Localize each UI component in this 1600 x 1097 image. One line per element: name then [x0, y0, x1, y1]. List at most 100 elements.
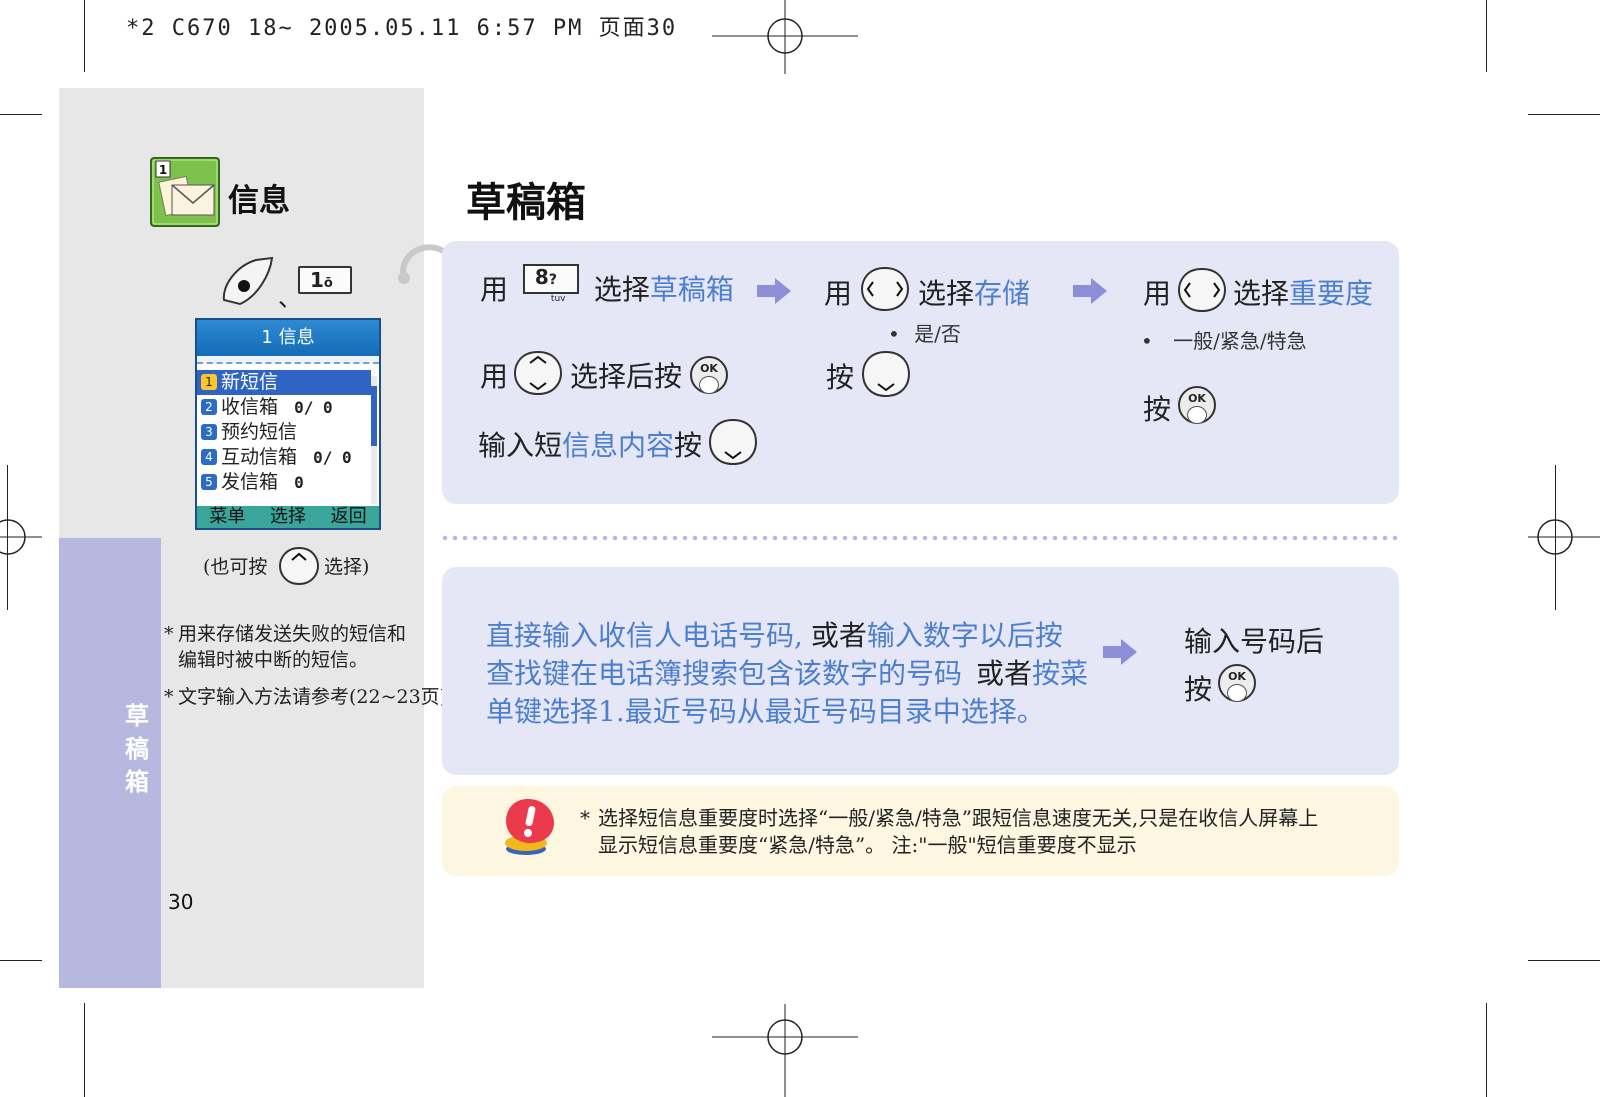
step3-select: 选择 [1233, 277, 1290, 310]
phone-item-label: 发信箱 [221, 471, 279, 493]
down-nav-key-icon [708, 418, 758, 466]
phone-menu-list: 1 新短信 2 收信箱 0/ 0 3 预约短信 4 互动信箱 0/ 0 5 发信箱 0 [197, 370, 371, 495]
step1-line3: 输入短信息内容按 [478, 424, 702, 464]
note-text: 编辑时被中断的短信。 [178, 649, 369, 671]
phone-menu-item[interactable]: 3 预约短信 [197, 420, 371, 445]
step1-use: 用 [480, 273, 509, 306]
softkey-back[interactable]: 返回 [331, 506, 367, 528]
left-right-nav-key-icon [1177, 267, 1227, 313]
step5-line2: 按 [1184, 673, 1213, 706]
step2-use: 用 [824, 277, 853, 310]
step1-line2-b: 选择后按 [570, 360, 683, 393]
up-nav-key-icon [278, 546, 320, 586]
key-1-label: 1 [310, 268, 324, 292]
step1-input: 输入短 [478, 429, 563, 462]
phone-item-value: 0/ 0 [294, 398, 333, 417]
step2-target: 存储 [974, 277, 1031, 310]
also-press-text-before: (也可按 [203, 556, 268, 578]
crop-mark [84, 1003, 85, 1097]
key-8-sub: tuv [550, 294, 566, 304]
crop-mark [84, 0, 85, 72]
registration-mark-top [712, 0, 858, 74]
note-star: * [164, 623, 174, 645]
key-1-icon: 1ō [298, 266, 352, 294]
step1-press: 按 [674, 429, 703, 462]
step1-line2: 用 [480, 355, 508, 395]
note-1: * 用来存储发送失败的短信和 编辑时被中断的短信。 [164, 621, 406, 673]
note-text: 用来存储发送失败的短信和 [178, 623, 407, 645]
exclamation-icon [505, 799, 554, 855]
key-8-label: 8 [534, 265, 549, 289]
step1-line1: 用 8? tuv 选择草稿箱 [480, 264, 734, 308]
step2-bullet: • 是/否 [888, 322, 961, 346]
step1-select: 选择 [593, 273, 650, 306]
key-8-icon: 8? tuv [522, 264, 579, 304]
print-info: *2 C670 18~ 2005.05.11 6:57 PM 页面30 [126, 16, 678, 41]
crop-mark [1486, 0, 1487, 72]
down-nav-key-icon [861, 350, 911, 398]
up-down-nav-key-icon [513, 350, 563, 396]
step1-target: 草稿箱 [649, 273, 734, 306]
phone-item-label: 新短信 [221, 371, 279, 393]
phone-menu-item[interactable]: 1 新短信 [197, 370, 371, 395]
softkey-menu[interactable]: 菜单 [209, 506, 245, 528]
step3-use: 用 [1143, 277, 1172, 310]
phone-item-number: 2 [201, 399, 217, 415]
also-press-text-after: 选择) [324, 556, 370, 578]
page-title: 草稿箱 [466, 180, 586, 226]
step3-line1: 选择重要度 [1233, 272, 1373, 312]
phone-item-value: 0/ 0 [313, 448, 352, 467]
phone-item-number: 1 [201, 374, 217, 390]
message-envelope-icon: 1 [150, 157, 220, 227]
side-tab-label: 草稿箱 [125, 702, 149, 796]
phone-title-underline [197, 356, 379, 364]
crop-mark [1486, 1003, 1487, 1097]
note-text: 文字输入方法请参考(22~23页) [178, 686, 448, 708]
note-star: * [164, 686, 174, 708]
step2-line1: 选择存储 [918, 272, 1030, 312]
registration-mark-bottom [712, 1004, 858, 1097]
step1-content: 信息内容 [562, 429, 675, 462]
crop-mark [0, 114, 42, 115]
arrow-right-icon [1073, 278, 1107, 304]
phone-softkey-bar: 菜单 选择 返回 [197, 506, 379, 528]
svg-text:1: 1 [159, 163, 167, 177]
registration-mark-right [1528, 519, 1600, 555]
phone-menu-item[interactable]: 2 收信箱 0/ 0 [197, 395, 371, 420]
ok-key-icon: OK [1218, 664, 1256, 702]
phone-item-label: 预约短信 [221, 421, 298, 443]
registration-mark-left [0, 519, 42, 555]
phone-scrollbar[interactable] [371, 376, 377, 504]
left-right-nav-key-icon [860, 266, 910, 312]
step4-text: 直接输入收信人电话号码, 或者输入数字以后按 查找键在电话簿搜索包含该数字的号码或… [486, 619, 1089, 728]
send-key-icon [222, 256, 274, 306]
phone-item-value: 0 [294, 473, 304, 492]
step3-target: 重要度 [1289, 277, 1374, 310]
phone-item-label: 收信箱 [221, 396, 279, 418]
step3-bullet: • 一般/紧急/特急 [1141, 329, 1307, 353]
note-text: * 选择短信息重要度时选择“一般/紧急/特急”跟短信息速度无关,只是在收信人屏幕上… [580, 806, 1319, 857]
ok-key-icon: OK [1178, 386, 1216, 424]
crop-mark [1528, 114, 1600, 115]
softkey-select[interactable]: 选择 [270, 506, 306, 528]
phone-screen: 1 信息 1 新短信 2 收信箱 0/ 0 3 预约短信 4 互动信箱 0/ 0 5 发信… [195, 318, 381, 530]
phone-item-number: 3 [201, 424, 217, 440]
arrow-right-icon [757, 278, 791, 304]
phone-item-label: 互动信箱 [221, 446, 298, 468]
step1-use: 用 [480, 360, 509, 393]
crop-mark [1528, 960, 1600, 961]
note-2: * 文字输入方法请参考(22~23页) [164, 684, 447, 710]
phone-menu-item[interactable]: 4 互动信箱 0/ 0 [197, 445, 371, 470]
phone-item-number: 5 [201, 474, 217, 490]
ok-key-icon: OK [690, 356, 728, 394]
crop-mark [0, 960, 42, 961]
step3-press: 按 [1143, 393, 1172, 426]
page-number: 30 [168, 890, 194, 914]
arrow-right-icon [1103, 639, 1137, 665]
phone-screen-title: 1 信息 [197, 320, 379, 356]
step2-select: 选择 [918, 277, 975, 310]
dotted-divider [440, 535, 1402, 541]
menu-title: 信息 [228, 183, 290, 219]
phone-item-number: 4 [201, 449, 217, 465]
phone-menu-item[interactable]: 5 发信箱 0 [197, 470, 371, 495]
